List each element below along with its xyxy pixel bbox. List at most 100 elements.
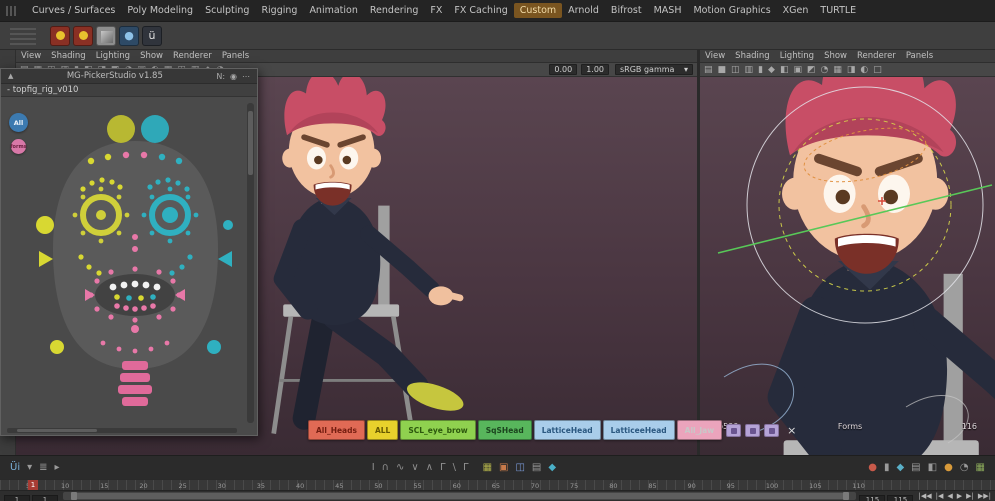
tangent-icon[interactable]: ∿ xyxy=(396,462,404,473)
gamma-field[interactable]: 1.00 xyxy=(581,64,609,75)
panel-menu-item[interactable]: Shading xyxy=(46,51,91,61)
menu-item[interactable]: MASH xyxy=(648,3,688,18)
tangent-icon[interactable]: ∩ xyxy=(382,462,389,473)
viewport-toolbar-icon[interactable]: ◧ xyxy=(780,65,789,75)
shelf-icon[interactable]: ü xyxy=(142,26,162,46)
shelf-tab-grip-icon[interactable] xyxy=(10,27,36,45)
tangent-icon[interactable]: ∨ xyxy=(411,462,418,473)
range-field[interactable]: 1 xyxy=(4,495,30,501)
menu-item[interactable]: Animation xyxy=(303,3,363,18)
toolbar-icon[interactable]: ▤ xyxy=(532,462,541,473)
playback-button[interactable]: |◀ xyxy=(936,492,944,500)
toolbar-icon[interactable]: ◆ xyxy=(548,462,556,473)
toolbar-icon[interactable]: ▤ xyxy=(911,462,920,473)
toolbar-icon[interactable]: ● xyxy=(868,462,877,473)
tangent-icon[interactable]: \ xyxy=(453,462,456,473)
menu-item[interactable]: XGen xyxy=(777,3,815,18)
toolbar-icon[interactable]: ≣ xyxy=(39,462,47,473)
panel-menu-item[interactable]: Show xyxy=(135,51,168,61)
right-viewport[interactable]: p500 Forms 116 xyxy=(700,77,995,455)
picker-canvas[interactable]: All forms xyxy=(1,97,257,435)
menu-item[interactable]: FX Caching xyxy=(448,3,513,18)
playback-button[interactable]: ▶▶| xyxy=(978,492,991,500)
picker-titlebar[interactable]: ▲ MG-PickerStudio v1.85 N:◉⋯ xyxy=(1,69,257,84)
range-field[interactable]: 1 xyxy=(32,495,58,501)
viewport-toolbar-icon[interactable]: ▥ xyxy=(745,65,754,75)
selection-set-button[interactable]: LatticeeHead xyxy=(603,420,675,440)
panel-menu-item[interactable]: Panels xyxy=(217,51,254,61)
toolbar-icon[interactable]: ● xyxy=(944,462,953,473)
range-slider[interactable] xyxy=(63,492,856,500)
viewport-toolbar-icon[interactable]: ◩ xyxy=(807,65,816,75)
viewport-toolbar-icon[interactable]: ▤ xyxy=(704,65,713,75)
panel-menu-item[interactable]: Panels xyxy=(901,51,938,61)
shelf-icon[interactable] xyxy=(96,26,116,46)
toolbar-icon[interactable]: ▮ xyxy=(884,462,890,473)
menu-item[interactable]: Rendering xyxy=(364,3,425,18)
playback-button[interactable]: ▶ xyxy=(957,492,962,500)
range-field[interactable]: 115 xyxy=(859,495,885,501)
picker-window[interactable]: ▲ MG-PickerStudio v1.85 N:◉⋯ - topfig_ri… xyxy=(0,68,258,436)
viewport-toolbar-icon[interactable]: ▮ xyxy=(758,65,763,75)
menu-item[interactable]: Curves / Surfaces xyxy=(26,3,121,18)
picker-all-button[interactable]: All xyxy=(9,113,28,132)
picker-vertical-scrollbar[interactable] xyxy=(247,103,254,423)
panel-menu-item[interactable]: Renderer xyxy=(852,51,901,61)
selection-set-button[interactable]: All_Jaw xyxy=(677,420,722,440)
playback-button[interactable]: ▶| xyxy=(966,492,974,500)
selection-save-icon[interactable] xyxy=(726,424,741,437)
rig-control-overlay[interactable] xyxy=(700,77,995,455)
colorspace-dropdown[interactable]: sRGB gamma ▾ xyxy=(615,64,693,75)
close-icon[interactable]: × xyxy=(787,424,796,437)
time-slider[interactable]: 5101520253035404550556065707580859095100… xyxy=(0,479,995,490)
tangent-icon[interactable]: Γ xyxy=(440,462,446,473)
panel-menu-item[interactable]: View xyxy=(16,51,46,61)
menu-item[interactable]: FX xyxy=(424,3,448,18)
panel-menu-item[interactable]: Renderer xyxy=(168,51,217,61)
toolbar-icon[interactable]: ▦ xyxy=(483,462,492,473)
picker-title-icon[interactable]: ⋯ xyxy=(242,72,250,81)
viewport-toolbar-icon[interactable]: □ xyxy=(873,65,882,75)
menu-item[interactable]: Bifrost xyxy=(605,3,648,18)
selection-set-button[interactable]: ALL xyxy=(367,420,398,440)
shelf-icon[interactable] xyxy=(73,26,93,46)
toolbar-icon[interactable]: ▣ xyxy=(499,462,508,473)
playback-button[interactable]: |◀◀ xyxy=(918,492,931,500)
toolbar-icon[interactable]: ▦ xyxy=(976,462,985,473)
picker-horizontal-scrollbar[interactable] xyxy=(7,428,237,433)
exposure-field[interactable]: 0.00 xyxy=(549,64,577,75)
menu-item[interactable]: Custom xyxy=(514,3,562,18)
picker-title-icon[interactable]: N: xyxy=(216,72,225,81)
picker-tab[interactable]: - topfig_rig_v010 xyxy=(1,84,257,97)
toolbar-icon[interactable]: ◆ xyxy=(896,462,904,473)
viewport-toolbar-icon[interactable]: ■ xyxy=(718,65,727,75)
toolbar-icon[interactable]: Üi xyxy=(10,462,20,473)
panel-menu-item[interactable]: Lighting xyxy=(91,51,135,61)
viewport-toolbar-icon[interactable]: ◆ xyxy=(768,65,775,75)
picker-forms-button[interactable]: forms xyxy=(11,139,26,154)
selection-set-button[interactable]: All_Heads xyxy=(308,420,365,440)
tangent-icon[interactable]: Ι xyxy=(372,462,375,473)
tangent-icon[interactable]: ∧ xyxy=(426,462,433,473)
viewport-toolbar-icon[interactable]: ◨ xyxy=(847,65,856,75)
selection-set-button[interactable]: SCL_eye_brow xyxy=(400,420,475,440)
menu-item[interactable]: Motion Graphics xyxy=(687,3,776,18)
menu-item[interactable]: Arnold xyxy=(562,3,605,18)
selection-set-button[interactable]: LatticeHead xyxy=(534,420,601,440)
viewport-toolbar-icon[interactable]: ◔ xyxy=(820,65,828,75)
face-picker-graphic[interactable] xyxy=(33,107,238,417)
shelf-icon[interactable] xyxy=(50,26,70,46)
panel-menu-item[interactable]: Lighting xyxy=(775,51,819,61)
panel-menu-item[interactable]: View xyxy=(700,51,730,61)
viewport-toolbar-icon[interactable]: ◫ xyxy=(731,65,740,75)
shelf-icon[interactable]: ● xyxy=(119,26,139,46)
toolbar-icon[interactable]: ◫ xyxy=(515,462,524,473)
selection-set-button[interactable]: SqSHead xyxy=(478,420,532,440)
menu-item[interactable]: Sculpting xyxy=(199,3,255,18)
viewport-toolbar-icon[interactable]: ▦ xyxy=(833,65,842,75)
menu-item[interactable]: TURTLE xyxy=(814,3,862,18)
selection-save-icon[interactable] xyxy=(764,424,779,437)
viewport-toolbar-icon[interactable]: ◐ xyxy=(860,65,868,75)
selection-save-icon[interactable] xyxy=(745,424,760,437)
picker-title-icon[interactable]: ◉ xyxy=(230,72,237,81)
